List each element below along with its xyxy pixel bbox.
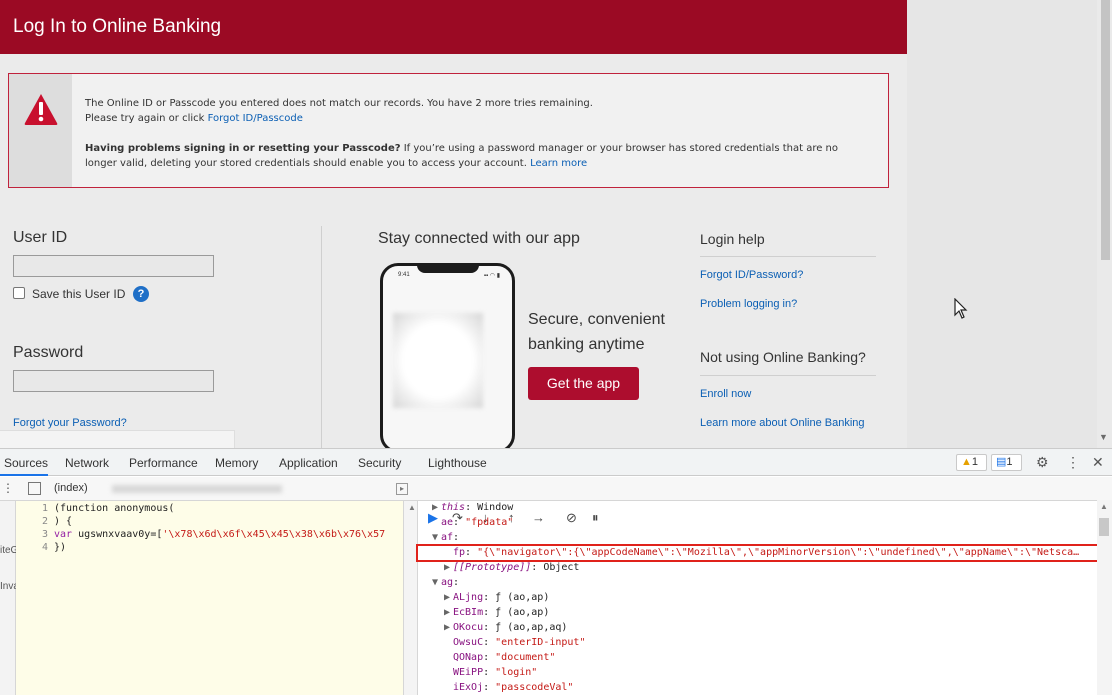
active-tab-indicator xyxy=(0,474,48,476)
scope-item[interactable]: ▶ ALjng: ƒ (ao,ap) xyxy=(444,592,549,605)
warnings-count: 1 xyxy=(971,456,979,468)
gear-icon[interactable]: ⚙ xyxy=(1036,454,1049,471)
message-icon: ▤ xyxy=(996,456,1007,468)
toggle-navigator-icon[interactable] xyxy=(28,482,41,495)
scope-item: iExOj: "passcodeVal" xyxy=(453,682,574,693)
error-problem-text-cont: longer valid, deleting your stored crede… xyxy=(85,158,531,169)
page-scrollbar-thumb[interactable] xyxy=(1101,0,1110,260)
code-line-3: 3 var ugswnxvaav0y=['\x78\x6d\x6f\x45\x45… xyxy=(41,529,386,540)
devtools-panel: Sources Network Performance Memory Appli… xyxy=(0,448,1112,695)
password-label: Password xyxy=(13,344,84,361)
page-header: Log In to Online Banking xyxy=(0,0,907,54)
tab-security[interactable]: Security xyxy=(358,456,401,470)
scope-item: WEiPP: "login" xyxy=(453,667,538,678)
error-problem-heading: Having problems signing in or resetting … xyxy=(85,143,401,154)
save-user-id-checkbox[interactable] xyxy=(13,287,25,299)
problem-logging-in-link[interactable]: Problem logging in? xyxy=(700,298,797,310)
app-promo-desc-line1: Secure, convenient xyxy=(528,311,665,328)
password-input[interactable] xyxy=(13,370,214,392)
get-the-app-button[interactable]: Get the app xyxy=(528,367,639,400)
code-scrollbar[interactable] xyxy=(404,501,418,695)
help-icon[interactable]: ? xyxy=(133,286,149,302)
forgot-password-link[interactable]: Forgot your Password? xyxy=(13,417,127,429)
warning-icon xyxy=(24,94,58,125)
code-line-1: 1 (function anonymous( xyxy=(41,503,175,514)
scope-scrollbar-thumb[interactable] xyxy=(1099,518,1109,536)
devtools-tab-bar: Sources Network Performance Memory Appli… xyxy=(0,449,1112,476)
save-user-id-label: Save this User ID xyxy=(32,287,126,301)
blurred-app-logo xyxy=(393,313,483,408)
file-tab-index[interactable]: (index) xyxy=(54,482,88,494)
login-help-heading: Login help xyxy=(700,231,765,247)
error-text-line1: The Online ID or Passcode you entered do… xyxy=(85,98,593,109)
code-line-4: 4}) xyxy=(41,542,67,553)
error-message-box: The Online ID or Passcode you entered do… xyxy=(8,73,889,188)
close-icon[interactable]: ✕ xyxy=(1092,454,1104,471)
phone-time: 9:41 xyxy=(398,272,410,278)
partial-overlay-panel xyxy=(0,430,235,448)
scope-pane: ▶ this: Window ae: "fpdata" ▼ af: fp: "{\"… xyxy=(420,501,1096,695)
scope-item[interactable]: ▶ EcBIm: ƒ (ao,ap) xyxy=(444,607,549,620)
learn-more-online-banking-link[interactable]: Learn more about Online Banking xyxy=(700,417,865,429)
forgot-id-password-link[interactable]: Forgot ID/Password? xyxy=(700,269,803,281)
error-text-try-again: Please try again or click xyxy=(85,113,208,124)
error-problem-text: If you’re using a password manager or yo… xyxy=(400,143,839,154)
tab-memory[interactable]: Memory xyxy=(215,456,258,470)
not-using-online-banking-heading: Not using Online Banking? xyxy=(700,349,866,365)
mouse-cursor-icon xyxy=(954,298,968,319)
scope-ae: ae: "fpdata" xyxy=(441,517,514,528)
navigator-edge: iteG Inva xyxy=(0,501,19,695)
phone-illustration: 9:41 ▪▪ ◠ ▮ xyxy=(380,263,515,448)
error-text-line2: Please try again or click Forgot ID/Pass… xyxy=(85,113,303,124)
app-promo-desc-line2: banking anytime xyxy=(528,336,645,353)
messages-badge[interactable]: ▤1 xyxy=(991,454,1022,471)
help-divider-2 xyxy=(700,375,876,376)
warnings-badge[interactable]: ▲1 xyxy=(956,454,987,471)
more-options-icon[interactable]: ⋮ xyxy=(1066,454,1080,471)
app-promo-title: Stay connected with our app xyxy=(378,230,580,247)
column-divider xyxy=(321,226,322,448)
format-toggle-icon[interactable]: ▸ xyxy=(396,483,408,495)
scope-item: OwsuC: "enterID-input" xyxy=(453,637,586,648)
scope-item[interactable]: ▶ OKocu: ƒ (ao,ap,aq) xyxy=(444,622,567,635)
messages-count: 1 xyxy=(1006,456,1013,468)
tab-network[interactable]: Network xyxy=(65,456,109,470)
phone-notch xyxy=(417,263,479,273)
phone-status-icons: ▪▪ ◠ ▮ xyxy=(483,273,500,279)
forgot-id-passcode-link[interactable]: Forgot ID/Passcode xyxy=(208,113,303,124)
user-id-label: User ID xyxy=(13,229,68,246)
navigator-more-icon[interactable]: ⋮ xyxy=(2,481,14,495)
scope-this[interactable]: ▶ this: Window xyxy=(432,502,513,515)
tab-lighthouse[interactable]: Lighthouse xyxy=(428,456,487,470)
scope-scroll-up-icon[interactable]: ▲ xyxy=(1100,502,1108,511)
error-text-line3: Having problems signing in or resetting … xyxy=(85,143,838,154)
code-line-2: 2) { xyxy=(41,516,73,527)
error-icon-column xyxy=(9,74,72,187)
help-divider xyxy=(700,256,876,257)
error-text-line4: longer valid, deleting your stored crede… xyxy=(85,158,587,169)
tab-performance[interactable]: Performance xyxy=(129,456,198,470)
blurred-file-tabs xyxy=(112,485,282,493)
scroll-up-arrow-icon[interactable]: ▲ xyxy=(408,503,416,512)
scope-ag[interactable]: ▼ ag: xyxy=(432,577,459,590)
page-title: Log In to Online Banking xyxy=(13,16,222,37)
scroll-down-arrow-icon[interactable]: ▼ xyxy=(1099,432,1108,442)
warning-triangle-icon: ▲ xyxy=(961,456,972,468)
page-gutter xyxy=(907,0,1097,448)
scope-prototype[interactable]: ▶ [[Prototype]]: Object xyxy=(444,562,579,575)
devtools-subbar: ⋮ (index) ▸ ▶ ↷ ↓ ↑ → ⊘ ⏸ xyxy=(0,477,1112,525)
code-editor[interactable]: 1 (function anonymous( 2) { 3 var ugswnxva… xyxy=(16,501,404,695)
learn-more-link[interactable]: Learn more xyxy=(530,158,587,169)
fp-highlight-box xyxy=(416,544,1104,562)
user-id-input[interactable] xyxy=(13,255,214,277)
tab-application[interactable]: Application xyxy=(279,456,338,470)
banking-page: Log In to Online Banking ▼ The Online ID… xyxy=(0,0,1112,448)
enroll-now-link[interactable]: Enroll now xyxy=(700,388,751,400)
scope-item: QONap: "document" xyxy=(453,652,556,663)
tab-sources[interactable]: Sources xyxy=(4,456,48,470)
